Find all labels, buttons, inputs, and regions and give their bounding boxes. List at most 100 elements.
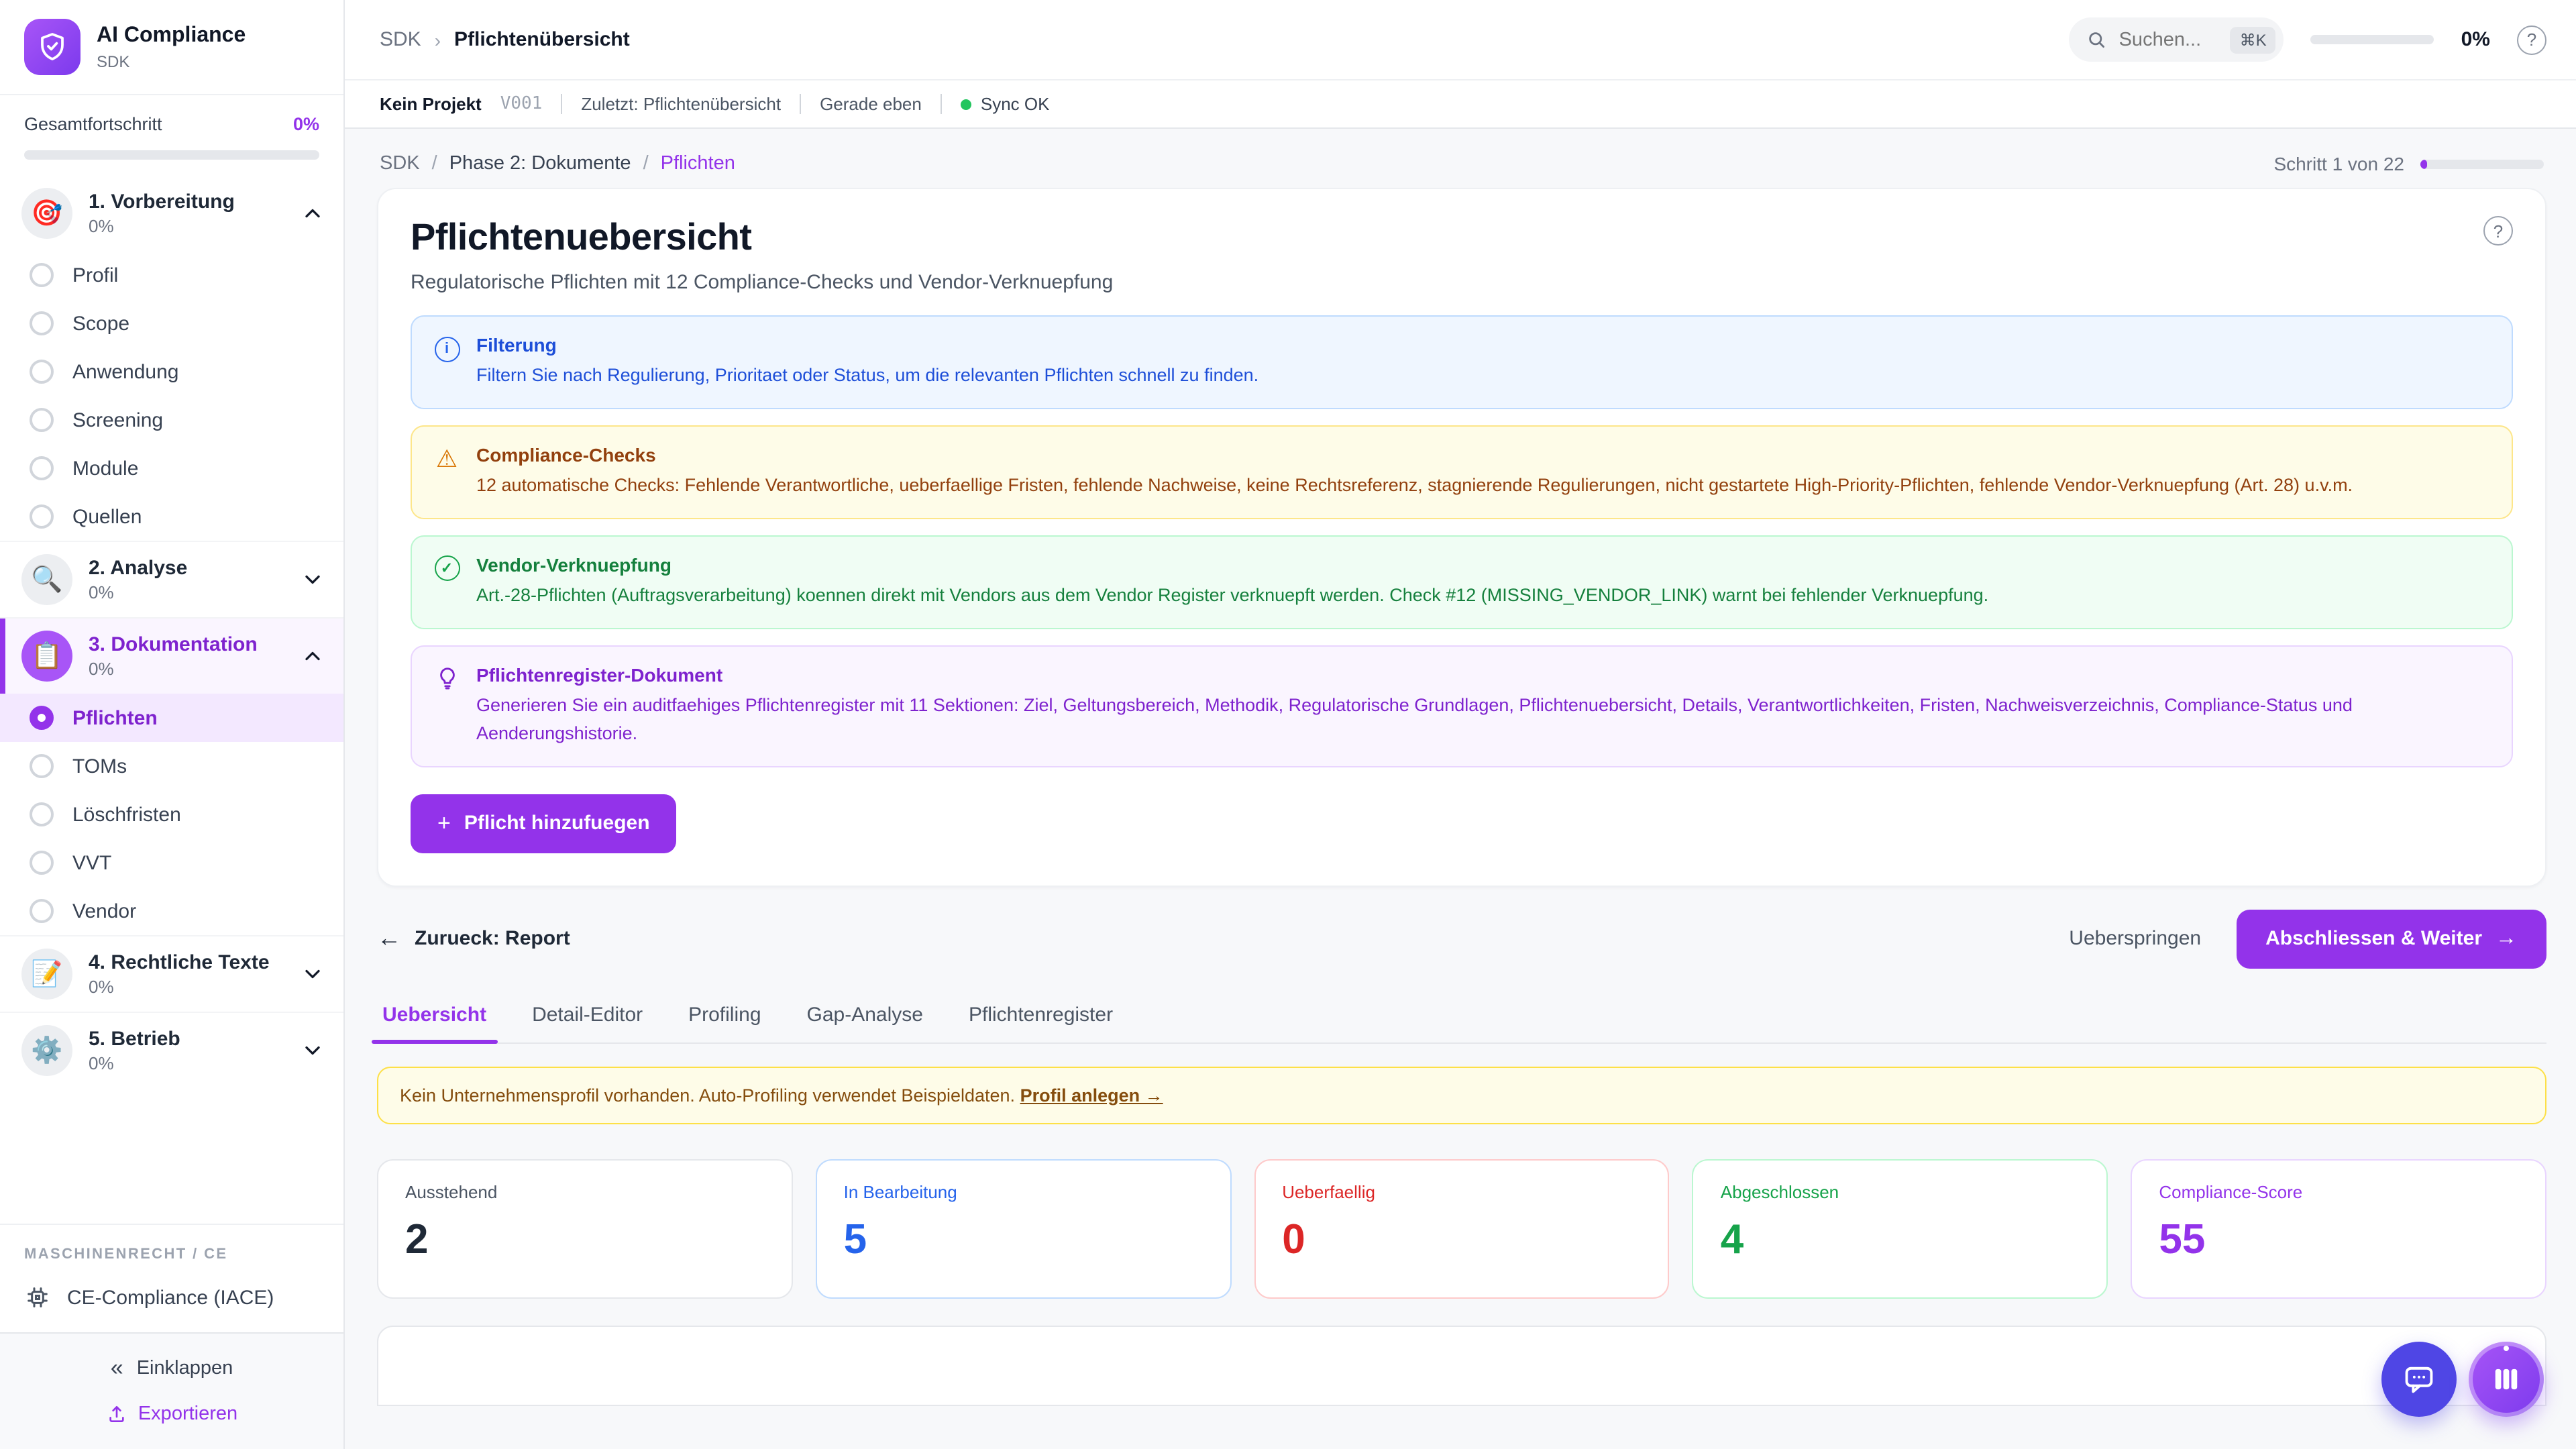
tab-pflichtenregister[interactable]: Pflichtenregister — [966, 989, 1116, 1042]
info-box-text: Generieren Sie ein auditfaehiges Pflicht… — [476, 692, 2490, 749]
lightbulb-icon — [433, 665, 460, 692]
help-icon[interactable]: ? — [2517, 25, 2546, 54]
chat-fab[interactable] — [2381, 1342, 2457, 1417]
sidebar-item-vendor[interactable]: Vendor — [0, 887, 343, 935]
add-pflicht-button[interactable]: + Pflicht hinzufuegen — [411, 794, 677, 853]
sidebar-item-module[interactable]: Module — [0, 444, 343, 492]
stat-card-abgeschlossen: Abgeschlossen 4 — [1693, 1159, 2108, 1298]
create-profile-link[interactable]: Profil anlegen → — [1020, 1085, 1163, 1105]
back-button[interactable]: ← Zurueck: Report — [377, 924, 570, 953]
sidebar-item-label: Anwendung — [72, 360, 178, 383]
sync-label: Sync OK — [981, 94, 1050, 114]
chat-bubble-icon — [2402, 1362, 2436, 1397]
sidebar-item-label: Scope — [72, 312, 129, 335]
sidebar-item-anwendung[interactable]: Anwendung — [0, 347, 343, 396]
info-box-body: Pflichtenregister-Dokument Generieren Si… — [476, 664, 2490, 749]
phase-progress: 0% — [89, 582, 284, 602]
sidebar-item-vvt[interactable]: VVT — [0, 839, 343, 887]
info-box-vendor-verknuepfung: ✓ Vendor-Verknuepfung Art.-28-Pflichten … — [411, 535, 2513, 629]
tab-uebersicht[interactable]: Uebersicht — [380, 989, 489, 1042]
info-box-title: Vendor-Verknuepfung — [476, 554, 1988, 576]
sidebar-phase-dokumentation[interactable]: 📋 3. Dokumentation 0% — [0, 617, 343, 694]
phase-text: 2. Analyse 0% — [89, 557, 284, 602]
stat-card-in-bearbeitung: In Bearbeitung 5 — [816, 1159, 1232, 1298]
export-button[interactable]: Exportieren — [106, 1403, 237, 1425]
info-box-body: Filterung Filtern Sie nach Regulierung, … — [476, 334, 1258, 390]
sidebar-item-label: Pflichten — [72, 706, 158, 729]
magnifier-icon: 🔍 — [21, 554, 72, 605]
app-root: AI Compliance SDK Gesamtfortschritt 0% 🎯… — [0, 0, 2576, 1449]
info-box-title: Pflichtenregister-Dokument — [476, 664, 2490, 686]
finish-next-label: Abschliessen & Weiter — [2265, 927, 2482, 950]
upload-icon — [106, 1403, 127, 1425]
sidebar-phase-rechtliche-texte[interactable]: 📝 4. Rechtliche Texte 0% — [0, 935, 343, 1012]
double-chevron-left-icon: « — [111, 1355, 123, 1382]
stat-label: Ausstehend — [405, 1181, 765, 1201]
stat-value: 0 — [1282, 1215, 1642, 1263]
breadcrumb-phase[interactable]: Phase 2: Dokumente — [449, 153, 631, 174]
collapse-label: Einklappen — [137, 1358, 233, 1379]
breadcrumb-sdk[interactable]: SDK — [380, 153, 420, 174]
chevron-down-icon[interactable] — [301, 962, 325, 986]
page-subtitle: Regulatorische Pflichten mit 12 Complian… — [411, 271, 1113, 294]
memo-icon: 📝 — [21, 949, 72, 1000]
breadcrumb-root[interactable]: SDK — [380, 28, 421, 51]
chevron-down-icon[interactable] — [301, 1038, 325, 1063]
collapse-sidebar-button[interactable]: « Einklappen — [111, 1355, 233, 1382]
chevron-right-icon: › — [435, 29, 441, 50]
card-header: Pflichtenuebersicht Regulatorische Pflic… — [411, 216, 2513, 294]
sidebar-item-toms[interactable]: TOMs — [0, 742, 343, 790]
chevron-up-icon[interactable] — [301, 644, 325, 668]
shield-check-icon — [24, 19, 80, 75]
overall-progress-value: 0% — [293, 114, 319, 134]
sidebar-item-quellen[interactable]: Quellen — [0, 492, 343, 541]
chevron-up-icon[interactable] — [301, 201, 325, 225]
search-input[interactable] — [2119, 29, 2218, 50]
header-progress-bar — [2311, 35, 2434, 44]
sync-status: Sync OK — [961, 94, 1050, 114]
last-saved-time: Gerade eben — [820, 94, 922, 114]
phase-text: 4. Rechtliche Texte 0% — [89, 951, 284, 997]
phase-label: 5. Betrieb — [89, 1028, 284, 1051]
sidebar-item-screening[interactable]: Screening — [0, 396, 343, 444]
sidebar-phase-analyse[interactable]: 🔍 2. Analyse 0% — [0, 541, 343, 617]
tab-detail-editor[interactable]: Detail-Editor — [529, 989, 645, 1042]
sidebar-phase-vorbereitung[interactable]: 🎯 1. Vorbereitung 0% — [0, 176, 343, 251]
card-help-icon[interactable]: ? — [2483, 216, 2513, 246]
stat-value: 55 — [2159, 1215, 2518, 1263]
finish-next-button[interactable]: Abschliessen & Weiter → — [2236, 909, 2546, 968]
radio-unchecked-icon — [30, 311, 54, 335]
sidebar-item-scope[interactable]: Scope — [0, 299, 343, 347]
sidebar: AI Compliance SDK Gesamtfortschritt 0% 🎯… — [0, 0, 345, 1449]
breadcrumb-current: Pflichtenübersicht — [454, 28, 630, 51]
breadcrumb-pflichten: Pflichten — [661, 153, 735, 174]
next-section-card — [377, 1325, 2546, 1405]
sidebar-item-label: Löschfristen — [72, 803, 181, 826]
sidebar-phase-betrieb[interactable]: ⚙️ 5. Betrieb 0% — [0, 1012, 343, 1088]
kanban-fab[interactable] — [2469, 1342, 2544, 1417]
sidebar-item-label: Module — [72, 457, 138, 480]
info-icon: i — [433, 335, 460, 362]
radio-unchecked-icon — [30, 263, 54, 287]
chip-icon — [24, 1284, 51, 1311]
slash-separator: / — [432, 153, 437, 174]
sidebar-item-loeschfristen[interactable]: Löschfristen — [0, 790, 343, 839]
info-box-text: Filtern Sie nach Regulierung, Prioritaet… — [476, 362, 1258, 390]
sidebar-item-profil[interactable]: Profil — [0, 251, 343, 299]
divider — [800, 94, 801, 114]
search-box[interactable]: ⌘K — [2070, 17, 2284, 62]
step-progress-bar — [2420, 159, 2544, 168]
tab-gap-analyse[interactable]: Gap-Analyse — [804, 989, 926, 1042]
skip-button[interactable]: Ueberspringen — [2069, 927, 2201, 950]
info-box-filterung: i Filterung Filtern Sie nach Regulierung… — [411, 315, 2513, 409]
sidebar-item-pflichten[interactable]: Pflichten — [0, 694, 343, 742]
tab-profiling[interactable]: Profiling — [686, 989, 763, 1042]
chevron-down-icon[interactable] — [301, 568, 325, 592]
sidebar-item-label: VVT — [72, 851, 111, 874]
sidebar-item-ce-compliance[interactable]: CE-Compliance (IACE) — [0, 1273, 343, 1327]
topbar-right: ⌘K 0% ? — [2070, 17, 2546, 62]
sidebar-item-label: Profil — [72, 264, 118, 286]
overall-progress-block: Gesamtfortschritt 0% — [0, 95, 343, 176]
warning-icon: ⚠ — [433, 445, 460, 472]
info-box-text: 12 automatische Checks: Fehlende Verantw… — [476, 472, 2353, 500]
